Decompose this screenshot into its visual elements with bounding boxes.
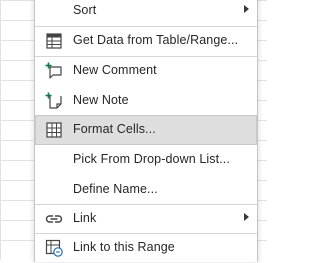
menu-item-new-note[interactable]: New Note	[35, 86, 257, 116]
new-note-icon	[45, 92, 62, 109]
link-icon	[45, 215, 63, 223]
menu-item-link-to-range-label: Link to this Range	[73, 240, 175, 254]
format-cells-icon	[46, 122, 62, 138]
menu-item-new-comment[interactable]: New Comment	[35, 56, 257, 86]
context-menu: Sort Get Data from Table/Range... New Co…	[34, 0, 258, 262]
new-comment-icon	[45, 62, 62, 79]
submenu-arrow-icon	[244, 5, 249, 13]
menu-item-get-data[interactable]: Get Data from Table/Range...	[35, 26, 257, 56]
menu-item-link-to-range[interactable]: Link to this Range	[35, 233, 257, 263]
menu-item-define-name[interactable]: Define Name...	[35, 175, 257, 205]
menu-item-format-cells-label: Format Cells...	[73, 122, 156, 136]
menu-item-define-name-label: Define Name...	[73, 182, 158, 196]
menu-item-sort-label: Sort	[73, 3, 97, 17]
menu-item-sort[interactable]: Sort	[35, 0, 257, 26]
link-to-range-icon	[45, 239, 63, 257]
menu-item-format-cells[interactable]: Format Cells...	[35, 115, 257, 145]
submenu-arrow-icon	[244, 213, 249, 221]
menu-item-new-comment-label: New Comment	[73, 63, 157, 77]
menu-item-pick-from-list[interactable]: Pick From Drop-down List...	[35, 145, 257, 175]
menu-item-link[interactable]: Link	[35, 204, 257, 234]
menu-item-get-data-label: Get Data from Table/Range...	[73, 33, 239, 47]
menu-item-new-note-label: New Note	[73, 93, 129, 107]
menu-item-pick-from-list-label: Pick From Drop-down List...	[73, 152, 230, 166]
table-icon	[46, 33, 62, 49]
menu-item-link-label: Link	[73, 211, 97, 225]
